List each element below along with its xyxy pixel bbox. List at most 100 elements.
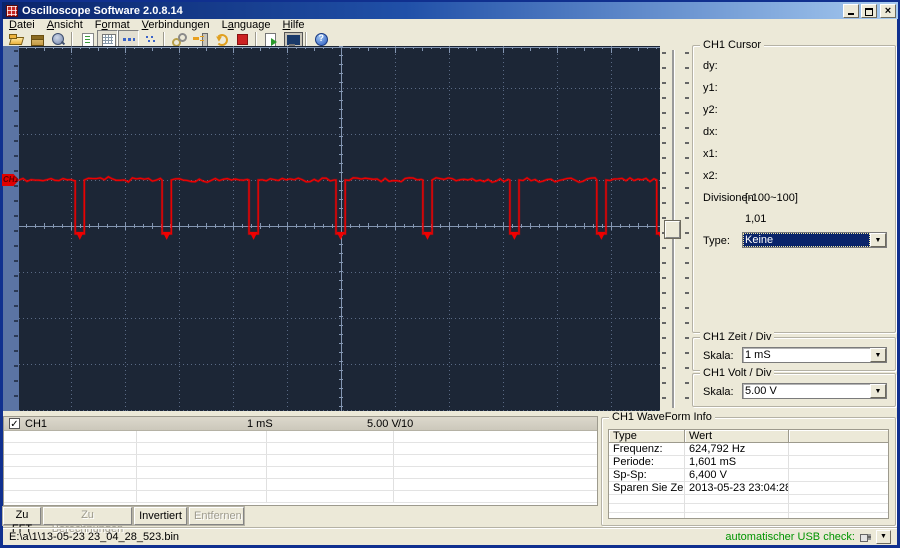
channel-empty-cell (394, 479, 597, 490)
info-row-cell (789, 482, 888, 495)
remove-button[interactable]: Entfernen (189, 507, 244, 525)
settings-button[interactable] (47, 30, 68, 48)
info-header-row: TypeWert (609, 430, 888, 443)
channel-empty-cell (394, 455, 597, 466)
info-empty-row (609, 504, 888, 513)
chevron-down-icon[interactable]: ▼ (870, 348, 886, 362)
info-empty-row-cell (609, 504, 685, 513)
vertical-slider-handle[interactable] (665, 221, 680, 238)
info-row-cell: 2013-05-23 23:04:28 (685, 482, 789, 495)
channel-empty-row (4, 491, 597, 503)
chevron-down-icon[interactable]: ▼ (870, 233, 886, 247)
invert-button[interactable]: Invertiert (134, 507, 187, 525)
ch1-checkbox[interactable]: ✓ (9, 418, 20, 429)
cursor-type-label: Type: (703, 235, 730, 247)
cursor-field-dy: dy: (703, 60, 718, 72)
info-row-cell (789, 443, 888, 456)
window-title: Oscilloscope Software 2.0.8.14 (22, 5, 841, 17)
channel-empty-cell (137, 467, 267, 478)
cursor-field-x2: x2: (703, 170, 718, 182)
file-path: E:\a\1\13-05-23 23_04_28_523.bin (9, 531, 725, 543)
cursor-type-select[interactable]: Keine ▼ (742, 232, 887, 248)
waveform-info-group-title: CH1 WaveForm Info (609, 412, 715, 423)
settings-icon (50, 31, 66, 47)
help-icon (313, 31, 329, 47)
display-button[interactable] (281, 30, 302, 48)
channel-empty-row (4, 455, 597, 467)
channel-empty-cell (267, 443, 394, 454)
minimize-icon (848, 13, 854, 15)
channel-row-ch1[interactable]: ✓ CH1 1 mS 5.00 V /10 (4, 417, 597, 431)
info-row: Sp-Sp:6,400 V (609, 469, 888, 482)
info-empty-row-cell (789, 504, 888, 513)
grid-button[interactable] (97, 30, 118, 48)
cursor-field-y2: y2: (703, 104, 718, 116)
to-calculations-button[interactable]: Zu Berechnungen (43, 507, 132, 525)
channel-position-ruler (3, 46, 19, 411)
to-fft-button[interactable]: Zu FFT (3, 507, 41, 525)
channel-empty-cell (394, 491, 597, 502)
open-folder-icon (8, 31, 24, 47)
usb-check-label: automatischer USB check: (725, 531, 855, 543)
maximize-icon (865, 8, 873, 16)
import-icon (192, 31, 208, 47)
info-row-cell: Periode: (609, 456, 685, 469)
stop-button[interactable] (231, 30, 252, 48)
channel-empty-cell (394, 443, 597, 454)
info-empty-row-cell (789, 495, 888, 504)
help-button[interactable] (310, 30, 331, 48)
usb-check-dropdown[interactable]: ▼ (876, 530, 891, 544)
import-button[interactable] (189, 30, 210, 48)
channel-empty-cell (267, 491, 394, 502)
channel-empty-cell (137, 479, 267, 490)
channel-empty-cell (267, 431, 394, 442)
info-row: Periode:1,601 mS (609, 456, 888, 469)
volt-skala-value: 5.00 V (743, 384, 870, 398)
ch1-timebase: 1 mS (247, 418, 273, 430)
channel-empty-cell (4, 479, 137, 490)
info-row-cell: 624,792 Hz (685, 443, 789, 456)
open-folder-button[interactable] (5, 30, 26, 48)
export-chart-button[interactable] (260, 30, 281, 48)
close-button[interactable]: × (880, 4, 896, 18)
list-button[interactable] (76, 30, 97, 48)
info-empty-row (609, 495, 888, 504)
volt-skala-select[interactable]: 5.00 V ▼ (742, 383, 887, 399)
stop-icon (234, 31, 250, 47)
channel-empty-row (4, 443, 597, 455)
app-icon (6, 5, 18, 17)
channel-empty-cell (267, 467, 394, 478)
dots-line-button[interactable] (118, 30, 139, 48)
minimize-button[interactable] (843, 4, 859, 18)
ch1-cursor-group-title: CH1 Cursor (700, 40, 764, 51)
waveform-info-group: CH1 WaveForm Info TypeWertFrequenz:624,7… (601, 417, 896, 526)
channel-list: ✓ CH1 1 mS 5.00 V /10 (3, 416, 598, 506)
ch1-zeit-div-group-title: CH1 Zeit / Div (700, 332, 774, 343)
divisionen-range: [-100~100] (745, 192, 798, 204)
chevron-down-icon[interactable]: ▼ (870, 384, 886, 398)
save-button[interactable] (26, 30, 47, 48)
info-empty-row-cell (685, 504, 789, 513)
channel-empty-row (4, 479, 597, 491)
channel-empty-cell (137, 455, 267, 466)
maximize-button[interactable] (861, 4, 877, 18)
volt-skala-label: Skala: (703, 386, 734, 398)
status-bar: E:\a\1\13-05-23 23_04_28_523.bin automat… (3, 528, 897, 545)
channel-empty-cell (137, 431, 267, 442)
connect-button[interactable] (168, 30, 189, 48)
info-empty-row-cell (789, 513, 888, 519)
channel-empty-cell (267, 479, 394, 490)
zeit-skala-select[interactable]: 1 mS ▼ (742, 347, 887, 363)
toolbar-separator (255, 32, 257, 46)
waveform-canvas[interactable] (19, 46, 660, 411)
zeit-skala-value: 1 mS (743, 348, 870, 362)
channel-empty-cell (394, 467, 597, 478)
refresh-button[interactable] (210, 30, 231, 48)
cursor-type-value: Keine (743, 233, 870, 247)
points-button[interactable] (139, 30, 160, 48)
channel-empty-cell (137, 491, 267, 502)
app-window: Oscilloscope Software 2.0.8.14 × DateiAn… (0, 0, 900, 548)
connect-icon (171, 31, 187, 47)
grid-icon (100, 31, 116, 47)
dots-line-icon (121, 31, 137, 47)
